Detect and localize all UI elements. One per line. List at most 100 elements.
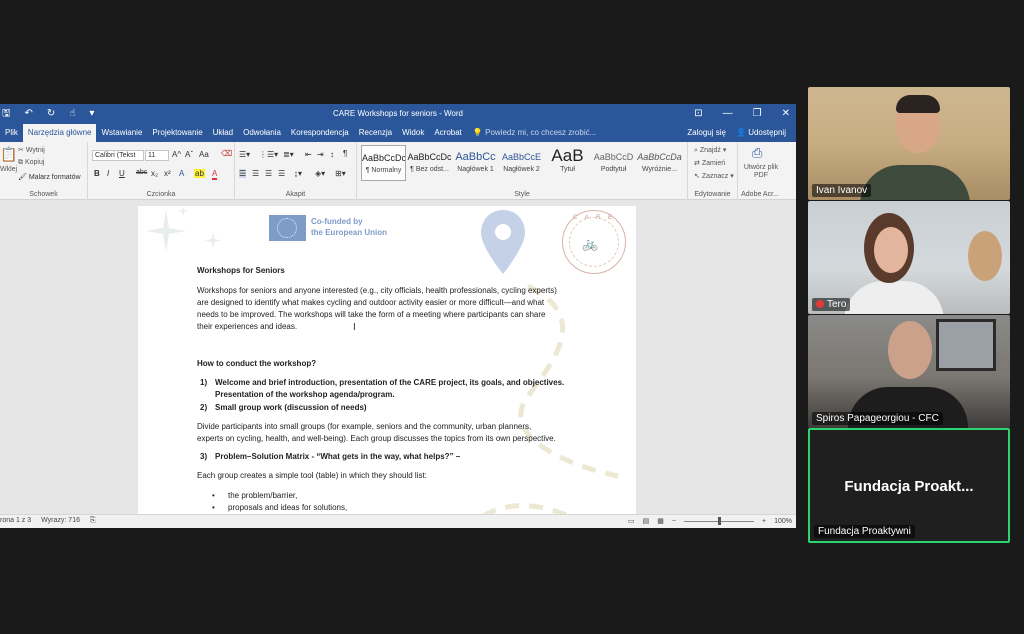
read-mode-icon[interactable]: ▭ xyxy=(628,517,635,525)
document-area[interactable]: Co-funded by the European Union C A R E … xyxy=(0,200,796,514)
borders-icon[interactable]: ⊞▾ xyxy=(335,169,346,178)
line-spacing-icon[interactable]: ↨▾ xyxy=(294,169,302,178)
italic-button[interactable]: I xyxy=(107,169,109,178)
participant-tile-ivan[interactable]: Ivan Ivanov xyxy=(808,87,1010,200)
tab-view[interactable]: Widok xyxy=(397,124,429,142)
print-layout-icon[interactable]: ▤ xyxy=(643,517,650,525)
replace-button[interactable]: ⇄ Zamień xyxy=(694,159,725,167)
web-layout-icon[interactable]: ▦ xyxy=(657,517,664,525)
tab-design[interactable]: Projektowanie xyxy=(147,124,207,142)
restore-icon[interactable]: ❐ xyxy=(753,107,762,121)
word-count[interactable]: Wyrazy: 716 xyxy=(41,517,80,525)
format-painter-button[interactable]: 🖌 Malarz formatów xyxy=(18,173,81,181)
style-name: ¶ Bez odst... xyxy=(410,166,449,173)
document-page[interactable]: Co-funded by the European Union C A R E … xyxy=(138,206,636,514)
style-heading-1[interactable]: AaBbCc Nagłówek 1 xyxy=(453,145,498,181)
minimize-icon[interactable]: — xyxy=(723,107,733,121)
tab-references[interactable]: Odwołania xyxy=(238,124,286,142)
style-emphasis[interactable]: AaBbCcDa Wyróżnie... xyxy=(637,145,682,181)
tab-mailings[interactable]: Korespondencja xyxy=(286,124,354,142)
eu-line-1: Co-funded by xyxy=(311,217,363,226)
lightbulb-icon: 💡 xyxy=(472,128,483,137)
bullet-text: proposals and ideas for solutions, xyxy=(228,503,348,512)
page-indicator[interactable]: rona 1 z 3 xyxy=(0,517,31,525)
subscript-button[interactable]: x₂ xyxy=(151,169,158,178)
tab-layout[interactable]: Układ xyxy=(208,124,238,142)
screen: 🖫 ↶ ↻ ☝ ▾ CARE Workshops for seniors - W… xyxy=(0,0,1024,634)
sort-icon[interactable]: ↕ xyxy=(330,150,334,159)
create-pdf-button[interactable]: Utwórz plik PDF xyxy=(741,164,781,180)
tab-file[interactable]: Plik xyxy=(0,124,23,142)
align-left-icon[interactable]: ☰ xyxy=(239,169,247,178)
wall-picture xyxy=(936,319,996,371)
tell-me-box[interactable]: 💡 Powiedz mi, co chcesz zrobić... xyxy=(467,124,596,142)
zoom-slider[interactable] xyxy=(684,517,754,525)
doc-heading: Workshops for Seniors xyxy=(197,266,285,275)
tool-line: Each group creates a simple tool (table)… xyxy=(197,471,427,480)
participant-name-text: Tero xyxy=(827,299,847,310)
clipboard-label: Schowek xyxy=(29,191,58,198)
grow-font-button[interactable]: A^ xyxy=(172,150,181,159)
participant-name: Fundacja Proaktywni xyxy=(814,525,915,538)
shrink-font-button[interactable]: Aˇ xyxy=(185,150,193,159)
numbering-icon[interactable]: ⋮☰▾ xyxy=(259,150,278,159)
tab-acrobat[interactable]: Acrobat xyxy=(429,124,467,142)
copy-icon: ⧉ xyxy=(18,159,23,166)
strikethrough-button[interactable]: abc xyxy=(136,169,147,176)
intro-line-2: are designed to identify what makes cycl… xyxy=(197,298,545,307)
change-case-button[interactable]: Aa xyxy=(199,150,209,159)
font-name-box[interactable]: Calibri (Tekst xyxy=(92,150,144,161)
status-bar: rona 1 z 3 Wyrazy: 716 ⎘ ▭ ▤ ▦ − + 100% xyxy=(0,514,796,528)
style-no-spacing[interactable]: AaBbCcDc ¶ Bez odst... xyxy=(407,145,452,181)
find-button[interactable]: ⌕ Znajdź ▾ xyxy=(694,146,726,155)
participant-tile-spiros[interactable]: Spiros Papageorgiou - CFC xyxy=(808,315,1010,428)
pdf-icon[interactable]: ⎙ xyxy=(752,145,762,161)
close-icon[interactable]: ✕ xyxy=(782,107,790,121)
style-name: Nagłówek 1 xyxy=(457,166,494,173)
proofing-icon[interactable]: ⎘ xyxy=(90,517,96,525)
cut-button[interactable]: ✂ Wytnij xyxy=(18,146,45,154)
zoom-level[interactable]: 100% xyxy=(774,518,792,525)
tab-home[interactable]: Narzędzia główne xyxy=(22,124,97,142)
editing-group: ⌕ Znajdź ▾ ⇄ Zamień ↖ Zaznacz ▾ Edytowan… xyxy=(688,142,738,200)
adobe-label: Adobe Acr... xyxy=(741,191,779,198)
decrease-indent-icon[interactable]: ⇤ xyxy=(305,150,312,159)
tab-review[interactable]: Recenzja xyxy=(354,124,397,142)
superscript-button[interactable]: x² xyxy=(164,169,171,178)
text-effects-icon[interactable]: A xyxy=(179,169,184,178)
increase-indent-icon[interactable]: ⇥ xyxy=(317,150,324,159)
editing-label: Edytowanie xyxy=(694,191,731,198)
paste-button[interactable]: Wklej xyxy=(0,166,17,173)
zoom-out-icon[interactable]: − xyxy=(672,518,676,525)
zoom-thumb[interactable] xyxy=(718,517,721,525)
align-right-icon[interactable]: ☰ xyxy=(265,169,272,178)
paste-icon[interactable]: 📋 xyxy=(0,146,17,163)
style-normal[interactable]: AaBbCcDc ¶ Normalny xyxy=(361,145,406,181)
tab-insert[interactable]: Wstawianie xyxy=(96,124,147,142)
highlight-icon[interactable]: ab xyxy=(194,169,205,178)
share-button[interactable]: 👤 Udostępnij xyxy=(736,124,786,142)
intro-line-3: needs to be improved. The workshops will… xyxy=(197,310,546,319)
style-name: ¶ Normalny xyxy=(365,167,402,174)
font-size-box[interactable]: 11 xyxy=(145,150,169,161)
underline-button[interactable]: U xyxy=(119,169,125,178)
style-title[interactable]: AaB Tytuł xyxy=(545,145,590,181)
copy-button[interactable]: ⧉ Kopiuj xyxy=(18,159,44,167)
justify-icon[interactable]: ☰ xyxy=(278,169,285,178)
select-button[interactable]: ↖ Zaznacz ▾ xyxy=(694,172,734,180)
ribbon-display-icon[interactable]: ⊡ xyxy=(694,107,702,121)
shading-icon[interactable]: ◈▾ xyxy=(315,169,325,178)
align-center-icon[interactable]: ☰ xyxy=(252,169,259,178)
clear-formatting-icon[interactable]: ⌫ xyxy=(221,149,232,158)
bold-button[interactable]: B xyxy=(94,169,100,178)
show-marks-icon[interactable]: ¶ xyxy=(343,149,347,158)
style-subtitle[interactable]: AaBbCcD Podtytuł xyxy=(591,145,636,181)
multilevel-list-icon[interactable]: ≣▾ xyxy=(283,150,294,159)
zoom-in-icon[interactable]: + xyxy=(762,518,766,525)
participant-tile-tero[interactable]: Tero xyxy=(808,201,1010,314)
participant-tile-fundacja[interactable]: Fundacja Proakt... Fundacja Proaktywni xyxy=(808,428,1010,543)
font-color-icon[interactable]: A xyxy=(212,169,218,180)
bullets-icon[interactable]: ☰▾ xyxy=(239,150,250,159)
sign-in-link[interactable]: Zaloguj się xyxy=(687,124,726,142)
style-heading-2[interactable]: AaBbCcE Nagłówek 2 xyxy=(499,145,544,181)
